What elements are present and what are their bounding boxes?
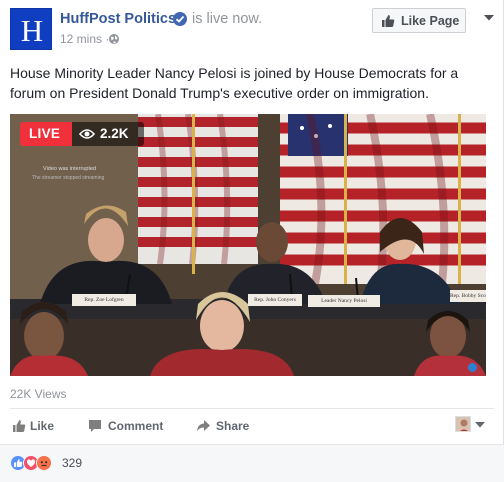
nameplate: Leader Nancy Pelosi — [308, 295, 380, 307]
chevron-down-icon[interactable] — [475, 422, 485, 428]
post-time[interactable]: 12 mins — [60, 32, 102, 46]
viewer-count-badge: 2.2K — [72, 122, 144, 146]
verified-badge-icon — [173, 12, 187, 26]
live-label: LIVE — [29, 126, 61, 141]
share-button[interactable]: Share — [196, 418, 256, 436]
comment-icon — [89, 420, 101, 432]
share-icon — [197, 420, 210, 432]
video-watermark-icon — [468, 363, 477, 372]
post-card: H HuffPost Politics is live now. 12 mins… — [0, 0, 504, 482]
interrupted-title: Video was interrupted — [43, 166, 97, 172]
interrupted-subtitle: The streamer stopped streaming — [32, 175, 105, 181]
user-avatar[interactable] — [455, 416, 471, 432]
comment-button[interactable]: Comment — [88, 418, 168, 436]
view-count[interactable]: 22K Views — [10, 387, 66, 401]
chevron-down-icon[interactable] — [483, 14, 495, 22]
viewer-count: 2.2K — [100, 126, 129, 141]
thumbs-up-icon — [382, 15, 395, 27]
angry-reaction-icon — [36, 455, 52, 471]
reaction-count[interactable]: 329 — [62, 456, 82, 470]
page-avatar[interactable]: H — [10, 8, 52, 50]
like-label: Like — [30, 419, 55, 433]
post-timestamp[interactable]: 12 mins · — [60, 32, 109, 46]
avatar-letter: H — [21, 13, 43, 48]
globe-icon — [109, 34, 119, 44]
share-label: Share — [216, 419, 250, 433]
live-status-text: is live now. — [192, 11, 263, 27]
post-message: House Minority Leader Nancy Pelosi is jo… — [10, 65, 459, 101]
nameplate: Rep. Bobby Scott — [450, 290, 486, 302]
like-page-button[interactable]: Like Page — [372, 8, 466, 33]
live-badge: LIVE — [20, 122, 72, 146]
like-page-label: Like Page — [401, 14, 460, 28]
comment-label: Comment — [108, 419, 164, 433]
page-name-link[interactable]: HuffPost Politics — [60, 11, 176, 27]
divider — [10, 408, 494, 409]
like-button[interactable]: Like — [12, 418, 62, 436]
live-video-player[interactable]: LIVE 2.2K Video was interrupted The stre… — [10, 114, 486, 376]
eye-icon — [79, 129, 95, 139]
huffpost-logo: H — [21, 13, 43, 48]
reactions-bar[interactable]: 329 — [0, 444, 504, 482]
video-frame-image — [10, 114, 486, 376]
thumbs-up-icon — [13, 420, 26, 432]
nameplate: Rep. John Conyers — [248, 294, 302, 306]
nameplate: Rep. Zoe Lofgren — [72, 294, 136, 306]
